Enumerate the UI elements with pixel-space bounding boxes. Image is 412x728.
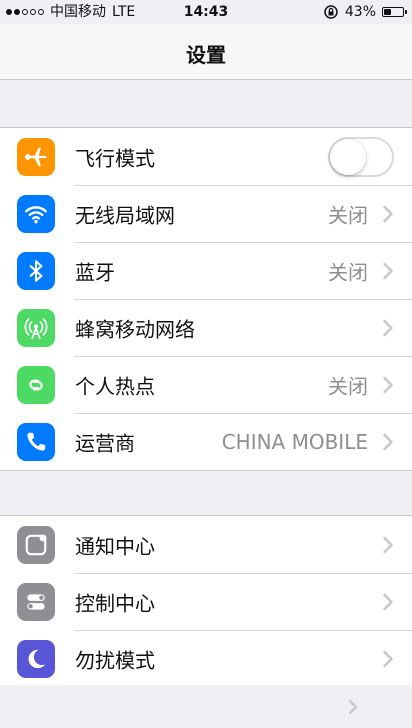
settings-group-connectivity: 飞行模式 无线局域网 关闭 蓝牙 关闭 蜂窝移动网络 个人热点 关闭 运营商 C… xyxy=(0,127,412,471)
antenna-icon xyxy=(17,308,55,347)
chevron-right-icon xyxy=(383,433,393,450)
wifi-label: 无线局域网 xyxy=(75,203,175,227)
wifi-row[interactable]: 无线局域网 关闭 xyxy=(0,185,412,242)
bluetooth-status-value: 关闭 xyxy=(328,260,368,284)
airplane-mode-label: 飞行模式 xyxy=(75,146,155,170)
notification-icon xyxy=(17,525,55,564)
chevron-right-icon xyxy=(383,319,393,336)
chevron-right-icon xyxy=(383,376,393,393)
chevron-right-icon[interactable] xyxy=(348,699,358,715)
personal-hotspot-status-value: 关闭 xyxy=(328,374,368,398)
carrier-value: CHINA MOBILE xyxy=(221,429,368,454)
status-bar: 中国移动 LTE 14:43 43% xyxy=(0,0,412,24)
personal-hotspot-row[interactable]: 个人热点 关闭 xyxy=(0,356,412,413)
control-center-label: 控制中心 xyxy=(75,591,155,615)
bluetooth-row[interactable]: 蓝牙 关闭 xyxy=(0,242,412,299)
airplane-mode-row[interactable]: 飞行模式 xyxy=(0,128,412,185)
moon-icon xyxy=(17,639,55,678)
chevron-right-icon xyxy=(383,205,393,222)
do-not-disturb-row[interactable]: 勿扰模式 xyxy=(0,630,412,687)
page-title: 设置 xyxy=(186,43,226,67)
battery-percent: 43% xyxy=(344,4,376,20)
bluetooth-icon xyxy=(17,251,55,290)
airplane-mode-toggle[interactable] xyxy=(328,136,394,177)
notification-center-row[interactable]: 通知中心 xyxy=(0,516,412,573)
notification-center-label: 通知中心 xyxy=(75,534,155,558)
battery-fill xyxy=(384,9,391,15)
control-center-icon xyxy=(17,582,55,621)
status-right: 43% xyxy=(323,0,407,24)
do-not-disturb-label: 勿扰模式 xyxy=(75,648,155,672)
wifi-icon xyxy=(17,194,55,233)
carrier-row[interactable]: 运营商 CHINA MOBILE xyxy=(0,413,412,470)
cellular-label: 蜂窝移动网络 xyxy=(75,317,195,341)
airplane-icon xyxy=(17,137,55,176)
next-group-partial xyxy=(0,685,412,728)
rotation-lock-icon xyxy=(324,5,338,19)
battery-cap xyxy=(405,10,407,14)
cellular-row[interactable]: 蜂窝移动网络 xyxy=(0,299,412,356)
bluetooth-label: 蓝牙 xyxy=(75,260,115,284)
toggle-knob xyxy=(330,138,366,175)
chevron-right-icon xyxy=(383,536,393,553)
settings-group-system: 通知中心 控制中心 勿扰模式 xyxy=(0,515,412,688)
wifi-status-value: 关闭 xyxy=(328,203,368,227)
phone-icon xyxy=(17,422,55,461)
chevron-right-icon xyxy=(383,650,393,667)
carrier-label: 运营商 xyxy=(75,431,135,455)
battery-icon xyxy=(382,7,407,17)
personal-hotspot-label: 个人热点 xyxy=(75,374,155,398)
hotspot-icon xyxy=(17,365,55,404)
navigation-bar: 设置 xyxy=(0,24,412,80)
chevron-right-icon xyxy=(383,593,393,610)
control-center-row[interactable]: 控制中心 xyxy=(0,573,412,630)
chevron-right-icon xyxy=(383,262,393,279)
